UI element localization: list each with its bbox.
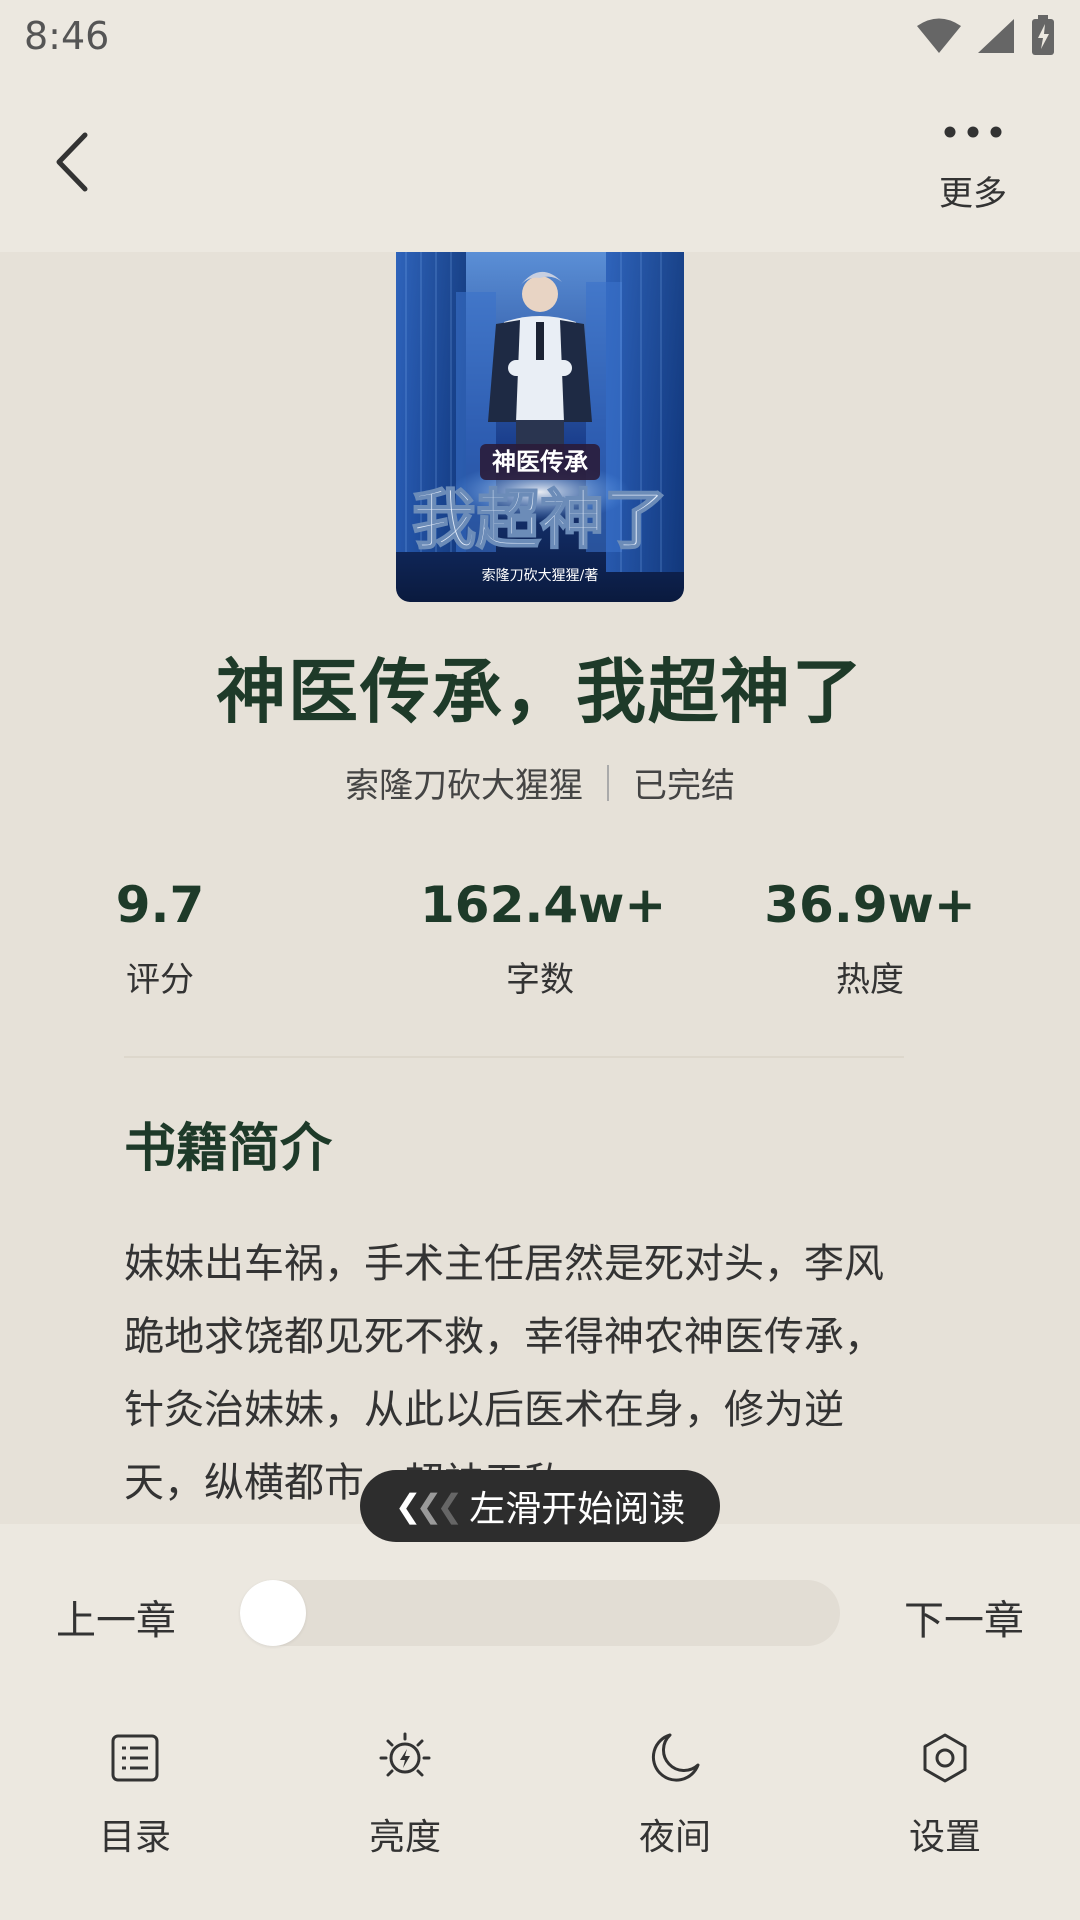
swipe-hint-label: 左滑开始阅读 <box>469 1489 686 1530</box>
swipe-hint[interactable]: ❮❮❮ 左滑开始阅读 <box>360 1470 720 1542</box>
cover-author-text: 索隆刀砍大猩猩/著 <box>482 567 599 584</box>
book-stats: 9.7 评分 162.4w+ 字数 36.9w+ 热度 <box>0 876 1080 1016</box>
stat-label: 字数 <box>506 960 574 1000</box>
book-status: 已完结 <box>633 766 735 806</box>
book-title: 神医传承，我超神了 <box>216 651 864 733</box>
list-icon <box>105 1728 165 1788</box>
cell-signal-icon <box>978 19 1014 53</box>
moon-icon <box>645 1728 705 1788</box>
stat-value: 9.7 <box>115 876 205 934</box>
stat-label: 热度 <box>836 960 904 1000</box>
meta-divider <box>607 764 609 801</box>
prev-chapter-button[interactable]: 上一章 <box>56 1588 176 1646</box>
nav-item-night-mode[interactable]: 夜间 <box>600 1728 750 1878</box>
top-bar: 更多 <box>0 72 1080 252</box>
status-time: 8:46 <box>24 14 110 58</box>
more-dots-icon <box>943 112 1003 152</box>
slider-thumb[interactable] <box>240 1580 306 1646</box>
next-chapter-button[interactable]: 下一章 <box>904 1588 1024 1646</box>
cover-title-text: 我超神了 <box>412 484 668 558</box>
cover-series-text: 神医传承 <box>492 447 588 476</box>
stat-rating: 9.7 评分 <box>100 876 220 1001</box>
stat-value: 36.9w+ <box>764 876 976 934</box>
swipe-left-arrows-icon: ❮❮❮ <box>394 1487 463 1525</box>
back-arrow-icon <box>56 132 88 192</box>
more-button[interactable]: 更多 <box>918 112 1028 222</box>
stat-label: 评分 <box>126 960 194 1000</box>
stat-word-count: 162.4w+ 字数 <box>420 876 667 1001</box>
nav-label: 目录 <box>98 1817 171 1858</box>
section-divider <box>124 1056 904 1058</box>
wifi-icon <box>917 18 961 53</box>
nav-item-catalog[interactable]: 目录 <box>60 1728 210 1878</box>
back-button[interactable] <box>36 122 106 202</box>
book-author[interactable]: 索隆刀砍大猩猩 <box>345 758 583 807</box>
book-cover[interactable]: 神医传承 我超神了 索隆刀砍大猩猩/著 <box>396 252 684 602</box>
stat-value: 162.4w+ <box>420 876 667 934</box>
nav-item-brightness[interactable]: 亮度 <box>330 1728 480 1878</box>
nav-item-settings[interactable]: 设置 <box>870 1728 1020 1878</box>
status-icons <box>916 15 1056 57</box>
battery-charging-icon <box>1032 15 1054 55</box>
intro-heading: 书籍简介 <box>124 1119 333 1179</box>
nav-label: 设置 <box>908 1817 981 1858</box>
settings-icon <box>915 1728 975 1788</box>
chapter-row: 上一章 下一章 <box>0 1580 1080 1650</box>
book-meta: 索隆刀砍大猩猩 已完结 <box>0 758 1080 807</box>
nav-label: 亮度 <box>368 1817 441 1858</box>
chapter-progress-slider[interactable] <box>240 1580 840 1646</box>
brightness-icon <box>375 1728 435 1788</box>
more-label: 更多 <box>939 174 1007 214</box>
nav-label: 夜间 <box>638 1817 711 1858</box>
status-bar: 8:46 <box>0 0 1080 72</box>
stat-popularity: 36.9w+ 热度 <box>760 876 980 1001</box>
bottom-nav: 目录 亮度 夜间 设置 <box>0 1728 1080 1878</box>
